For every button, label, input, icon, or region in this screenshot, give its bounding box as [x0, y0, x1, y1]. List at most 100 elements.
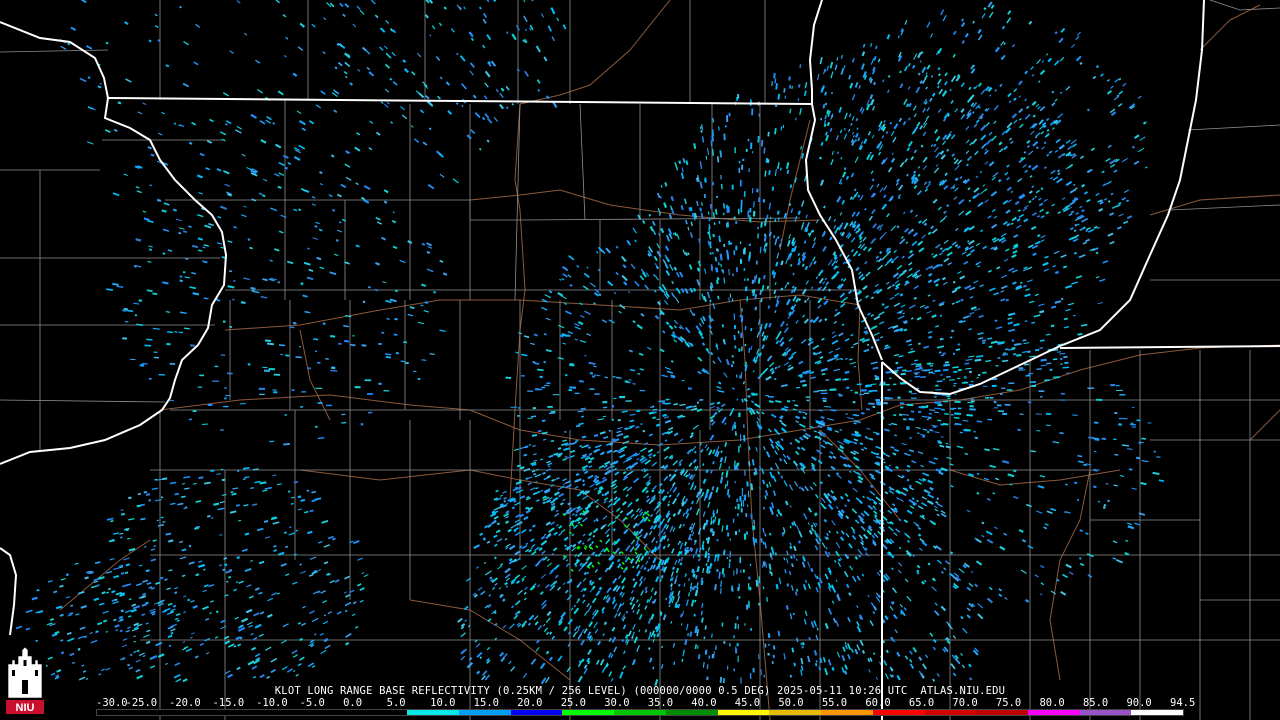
radar-echo [409, 306, 415, 310]
radar-echo [1073, 229, 1077, 232]
radar-echo [160, 516, 164, 519]
radar-echo [822, 103, 826, 108]
radar-echo [679, 562, 683, 566]
radar-echo [681, 658, 684, 662]
radar-echo [928, 335, 933, 339]
radar-echo [517, 610, 521, 614]
radar-echo [295, 356, 302, 359]
radar-echo [785, 323, 789, 327]
radar-echo [291, 496, 295, 499]
radar-echo [791, 563, 794, 568]
radar-echo [711, 135, 715, 142]
radar-echo [167, 331, 173, 334]
radar-echo [753, 275, 757, 283]
radar-echo [952, 366, 959, 369]
radar-echo [799, 64, 802, 69]
radar-echo [164, 578, 168, 581]
radar-echo [350, 343, 356, 347]
radar-echo [768, 563, 772, 571]
radar-echo [543, 333, 547, 336]
radar-echo [748, 347, 751, 353]
radar-echo [927, 416, 932, 420]
radar-echo [558, 278, 562, 281]
radar-echo [844, 370, 850, 374]
radar-echo [107, 587, 111, 591]
radar-echo [941, 338, 944, 341]
radar-echo [179, 279, 184, 283]
radar-echo [942, 368, 949, 372]
radar-echo [640, 455, 644, 458]
radar-echo [637, 373, 641, 375]
radar-echo [699, 207, 703, 212]
radar-echo [1036, 234, 1041, 238]
radar-echo [894, 434, 897, 437]
radar-echo [653, 633, 656, 638]
radar-echo [1082, 226, 1086, 229]
radar-echo [795, 117, 797, 121]
radar-echo [710, 528, 714, 533]
radar-echo [1035, 146, 1039, 150]
radar-echo [914, 176, 918, 181]
radar-echo [762, 506, 766, 510]
radar-echo [174, 591, 178, 595]
radar-echo [815, 660, 818, 663]
radar-echo [794, 591, 798, 596]
radar-echo [917, 72, 921, 76]
radar-echo [766, 214, 769, 220]
radar-echo [799, 379, 806, 383]
radar-echo [215, 610, 219, 614]
radar-echo [881, 302, 885, 306]
radar-echo [587, 460, 593, 464]
radar-echo [779, 167, 782, 171]
radar-echo [956, 74, 961, 78]
radar-echo [1062, 265, 1068, 269]
radar-echo [942, 422, 949, 426]
radar-echo [277, 185, 282, 190]
radar-echo [152, 292, 158, 296]
radar-echo [782, 531, 785, 535]
radar-echo [770, 571, 773, 576]
radar-echo [195, 500, 202, 503]
radar-echo [750, 513, 753, 520]
radar-echo [714, 256, 718, 262]
radar-echo [598, 586, 603, 591]
radar-echo [788, 76, 791, 81]
radar-echo [929, 409, 936, 411]
radar-echo [577, 410, 584, 413]
radar-echo [830, 584, 834, 589]
radar-echo [843, 127, 846, 131]
radar-echo [162, 477, 168, 481]
radar-echo [314, 224, 318, 228]
radar-echo [159, 576, 164, 580]
radar-echo [140, 503, 145, 507]
radar-echo [776, 210, 780, 215]
radar-echo [229, 270, 233, 273]
radar-echo [754, 293, 758, 300]
radar-echo [426, 250, 431, 255]
radar-echo [384, 353, 392, 356]
radar-echo [691, 523, 694, 526]
radar-echo [834, 559, 837, 563]
radar-echo [935, 283, 939, 287]
radar-echo [224, 123, 228, 126]
radar-echo [173, 122, 177, 125]
radar-echo [715, 208, 718, 215]
radar-echo [831, 666, 835, 671]
radar-echo [673, 403, 679, 406]
radar-echo [589, 456, 595, 461]
radar-echo [1051, 90, 1055, 94]
radar-echo [283, 442, 290, 446]
radar-echo [381, 331, 385, 334]
radar-echo [704, 177, 707, 183]
radar-echo [767, 633, 771, 638]
radar-echo [800, 642, 803, 646]
radar-echo [553, 452, 558, 456]
radar-echo [766, 483, 769, 488]
radar-echo [716, 509, 719, 514]
radar-echo [710, 140, 713, 148]
radar-echo [317, 437, 325, 440]
radar-echo [712, 233, 715, 238]
radar-echo [684, 638, 688, 646]
radar-echo [227, 285, 235, 289]
radar-echo [125, 563, 131, 567]
